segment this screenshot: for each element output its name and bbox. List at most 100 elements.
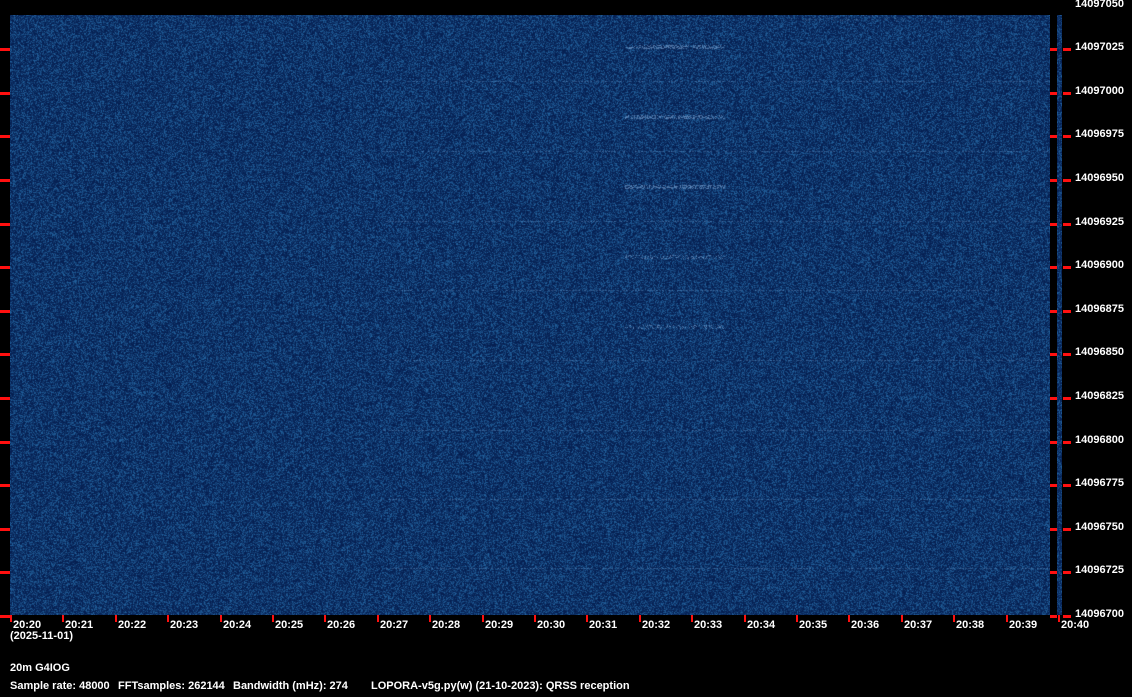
freq-tick	[1050, 266, 1057, 269]
time-tick	[220, 615, 222, 622]
time-tick	[953, 615, 955, 622]
time-label: 20:30	[537, 619, 565, 631]
freq-tick-left	[0, 484, 10, 487]
freq-tick-left	[0, 441, 10, 444]
freq-tick	[1063, 266, 1071, 269]
freq-tick-left	[0, 571, 10, 574]
freq-tick	[1063, 179, 1071, 182]
freq-tick-left	[0, 353, 10, 356]
time-tick	[691, 615, 693, 622]
freq-tick	[1063, 135, 1071, 138]
freq-tick-left	[0, 179, 10, 182]
time-tick	[10, 615, 12, 622]
freq-label: 14096775	[1075, 477, 1124, 489]
time-label: 20:31	[589, 619, 617, 631]
time-tick	[534, 615, 536, 622]
freq-tick	[1063, 615, 1071, 618]
time-tick	[377, 615, 379, 622]
time-tick	[429, 615, 431, 622]
freq-tick	[1050, 397, 1057, 400]
freq-tick	[1050, 353, 1057, 356]
freq-label: 14096825	[1075, 390, 1124, 402]
time-label: 20:25	[275, 619, 303, 631]
bandwidth: Bandwidth (mHz): 274	[233, 680, 348, 692]
freq-tick	[1063, 528, 1071, 531]
time-label: 20:34	[747, 619, 775, 631]
freq-tick-left	[0, 397, 10, 400]
time-label: 20:23	[170, 619, 198, 631]
freq-label: 14096725	[1075, 564, 1124, 576]
time-tick	[901, 615, 903, 622]
freq-tick-left	[0, 92, 10, 95]
freq-tick-left	[0, 310, 10, 313]
freq-tick	[1063, 223, 1071, 226]
freq-tick-left	[0, 615, 10, 618]
time-tick	[272, 615, 274, 622]
time-tick	[796, 615, 798, 622]
time-tick	[482, 615, 484, 622]
freq-tick-left	[0, 223, 10, 226]
freq-label: 14097000	[1075, 85, 1124, 97]
freq-tick-left	[0, 135, 10, 138]
freq-tick	[1050, 484, 1057, 487]
time-tick	[848, 615, 850, 622]
freq-tick	[1050, 615, 1057, 618]
time-label: 20:38	[956, 619, 984, 631]
time-label: 20:26	[327, 619, 355, 631]
freq-label: 14097050	[1075, 0, 1124, 10]
freq-label: 14096875	[1075, 303, 1124, 315]
sample-rate: Sample rate: 48000	[10, 680, 110, 692]
freq-label: 14096925	[1075, 216, 1124, 228]
freq-tick	[1050, 48, 1057, 51]
freq-tick	[1050, 179, 1057, 182]
freq-tick-left	[0, 48, 10, 51]
freq-tick	[1063, 310, 1071, 313]
freq-tick	[1063, 484, 1071, 487]
time-label: 20:22	[118, 619, 146, 631]
fft-samples: FFTsamples: 262144	[118, 680, 225, 692]
time-tick	[1006, 615, 1008, 622]
time-label: 20:32	[642, 619, 670, 631]
freq-label: 14096850	[1075, 346, 1124, 358]
freq-tick	[1050, 135, 1057, 138]
freq-tick-left	[0, 528, 10, 531]
spectrum-strip	[1057, 15, 1062, 615]
time-tick	[1058, 615, 1060, 622]
freq-label: 14097025	[1075, 41, 1124, 53]
time-tick	[167, 615, 169, 622]
freq-label: 14096950	[1075, 172, 1124, 184]
time-label: 20:27	[380, 619, 408, 631]
time-tick	[62, 615, 64, 622]
freq-tick	[1063, 353, 1071, 356]
time-label: 20:33	[694, 619, 722, 631]
time-label: 20:40	[1061, 619, 1089, 631]
freq-label: 14096750	[1075, 521, 1124, 533]
freq-tick	[1063, 48, 1071, 51]
freq-tick	[1050, 223, 1057, 226]
station-label: 20m G4IOG	[10, 662, 70, 674]
time-label: 20:29	[485, 619, 513, 631]
software-info: LOPORA-v5g.py(w) (21-10-2023): QRSS rece…	[371, 680, 630, 692]
time-tick	[586, 615, 588, 622]
freq-tick	[1050, 92, 1057, 95]
freq-tick	[1050, 528, 1057, 531]
freq-tick	[1063, 571, 1071, 574]
time-label: 20:24	[223, 619, 251, 631]
freq-tick	[1050, 571, 1057, 574]
time-label: 20:39	[1009, 619, 1037, 631]
freq-label: 14096900	[1075, 259, 1124, 271]
freq-label: 14096700	[1075, 608, 1124, 620]
time-tick	[324, 615, 326, 622]
freq-tick	[1050, 441, 1057, 444]
time-tick	[115, 615, 117, 622]
time-label: 20:35	[799, 619, 827, 631]
freq-label: 14096975	[1075, 128, 1124, 140]
date-label: (2025-11-01)	[10, 630, 73, 642]
time-tick	[639, 615, 641, 622]
freq-label: 14096800	[1075, 434, 1124, 446]
time-label: 20:28	[432, 619, 460, 631]
spectrogram-waterfall	[10, 15, 1050, 615]
freq-tick-left	[0, 266, 10, 269]
freq-tick	[1063, 92, 1071, 95]
time-label: 20:37	[904, 619, 932, 631]
